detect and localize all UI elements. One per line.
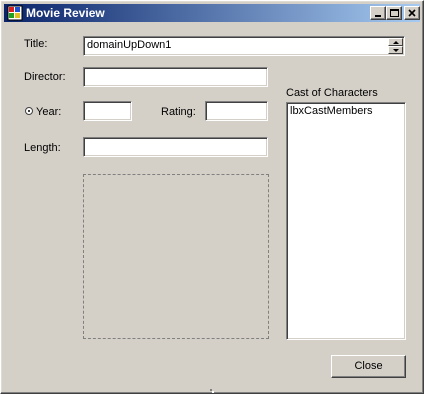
list-item[interactable]: lbxCastMembers — [290, 105, 402, 117]
title-value: domainUpDown1 — [87, 39, 172, 51]
rating-label: Rating: — [161, 106, 196, 118]
length-textbox[interactable] — [83, 137, 268, 157]
close-icon — [408, 9, 416, 17]
year-label: Year: — [36, 106, 62, 118]
minimize-icon — [375, 15, 381, 17]
director-textbox[interactable] — [83, 67, 268, 87]
spin-up-button[interactable] — [388, 38, 403, 46]
maximize-icon — [390, 9, 399, 17]
movie-review-window: Movie Review Title: domainUpDown1 Direct… — [0, 0, 424, 394]
year-textbox[interactable] — [83, 101, 132, 121]
minimize-button[interactable] — [370, 6, 386, 20]
director-label: Director: — [24, 71, 66, 83]
window-title: Movie Review — [26, 6, 105, 20]
app-icon — [7, 5, 23, 21]
close-button[interactable]: Close — [331, 355, 406, 378]
title-label: Title: — [24, 38, 48, 50]
length-label: Length: — [24, 142, 61, 154]
spin-down-button[interactable] — [388, 46, 403, 54]
size-grip-icon — [210, 389, 214, 393]
rating-textbox[interactable] — [205, 101, 268, 121]
title-domain-updown[interactable]: domainUpDown1 — [83, 36, 405, 56]
up-arrow-icon — [393, 41, 399, 44]
down-arrow-icon — [393, 49, 399, 52]
cast-label: Cast of Characters — [286, 87, 378, 99]
close-button-titlebar[interactable] — [404, 6, 420, 20]
title-bar[interactable]: Movie Review — [4, 4, 420, 22]
year-radio-icon[interactable] — [25, 107, 33, 115]
picture-box — [83, 174, 269, 339]
cast-listbox[interactable]: lbxCastMembers — [286, 102, 406, 340]
maximize-button[interactable] — [386, 6, 402, 20]
